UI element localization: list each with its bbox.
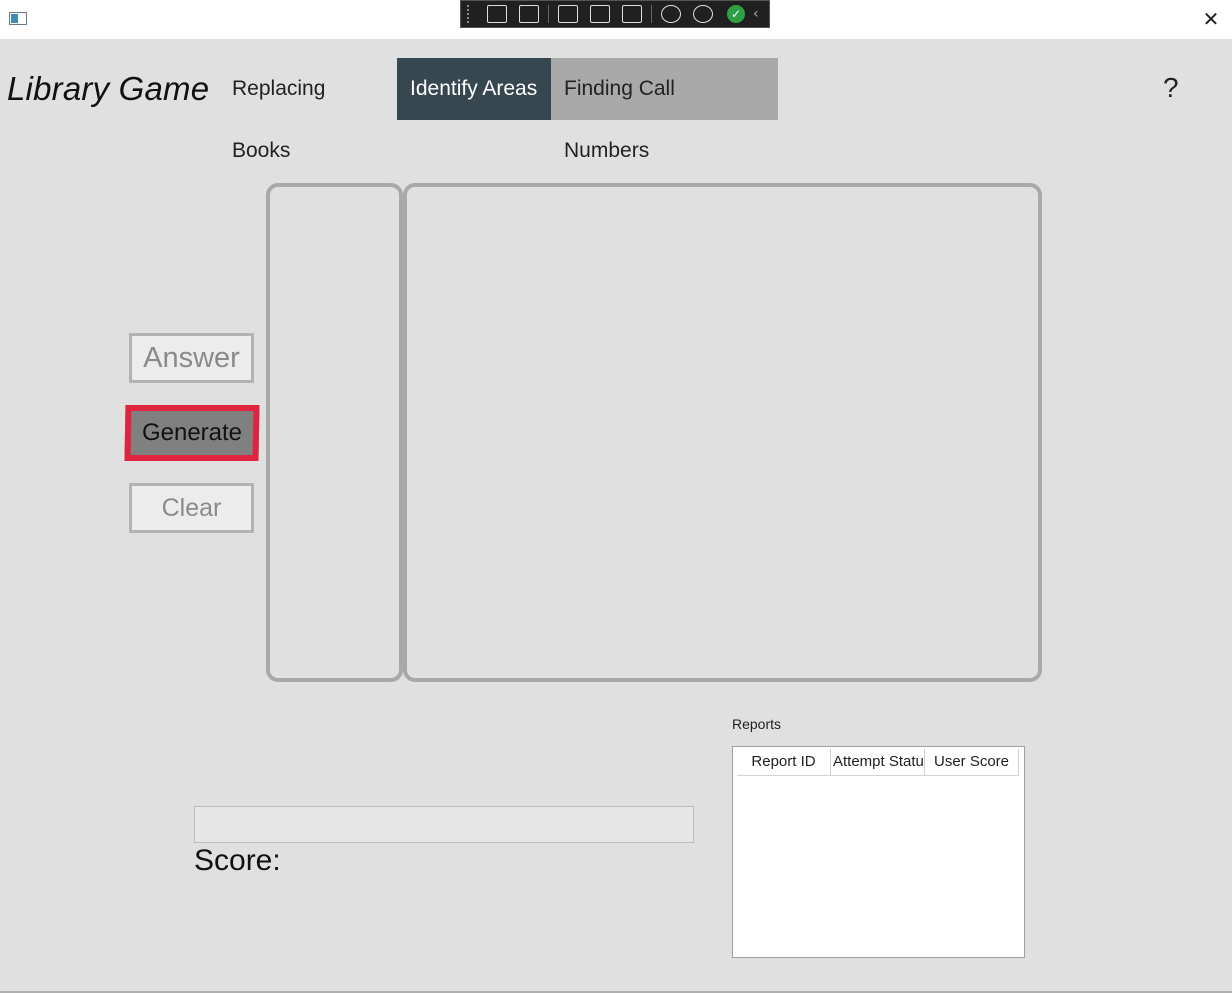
toolbar-grip[interactable]: [467, 5, 473, 23]
reports-table[interactable]: Report ID Attempt Status User Score: [732, 746, 1025, 958]
score-label: Score:: [194, 844, 281, 877]
xaml-debug-toolbar: ✓ ‹: [460, 0, 770, 28]
checkmark-icon[interactable]: ✓: [727, 5, 745, 23]
tab-finding-call-numbers[interactable]: Finding Call Numbers: [551, 58, 778, 162]
tab-replacing-books[interactable]: Replacing Books: [219, 58, 397, 162]
camera-icon[interactable]: [519, 5, 539, 23]
reports-label: Reports: [732, 716, 782, 732]
live-visual-tree-icon[interactable]: [487, 5, 507, 23]
generate-button[interactable]: Generate: [124, 405, 260, 461]
column-header-attempt-status[interactable]: Attempt Status: [831, 749, 925, 775]
column-header-user-score[interactable]: User Score: [925, 749, 1019, 775]
accessibility-icon[interactable]: [693, 5, 713, 23]
answer-button[interactable]: Answer: [129, 333, 254, 383]
collapse-toolbar-icon[interactable]: ‹: [753, 6, 759, 22]
call-number-list-panel[interactable]: [266, 183, 403, 682]
table-header: Report ID Attempt Status User Score: [737, 749, 1019, 776]
binding-failures-icon[interactable]: [661, 5, 681, 23]
app-window-icon: [9, 12, 27, 25]
select-element-icon[interactable]: [558, 5, 578, 23]
areas-description-panel[interactable]: [403, 183, 1042, 682]
help-button[interactable]: ?: [1163, 72, 1179, 104]
close-button[interactable]: ✕: [1200, 8, 1222, 30]
toolbar-separator: [548, 5, 549, 23]
clear-button[interactable]: Clear: [129, 483, 254, 533]
display-layout-adorners-icon[interactable]: [590, 5, 610, 23]
score-progress-bar: [194, 806, 694, 843]
toolbar-separator: [651, 5, 652, 23]
track-focus-icon[interactable]: [622, 5, 642, 23]
tab-identify-areas[interactable]: Identify Areas: [397, 58, 551, 120]
app-title: Library Game: [7, 70, 210, 107]
column-header-report-id[interactable]: Report ID: [737, 749, 831, 775]
